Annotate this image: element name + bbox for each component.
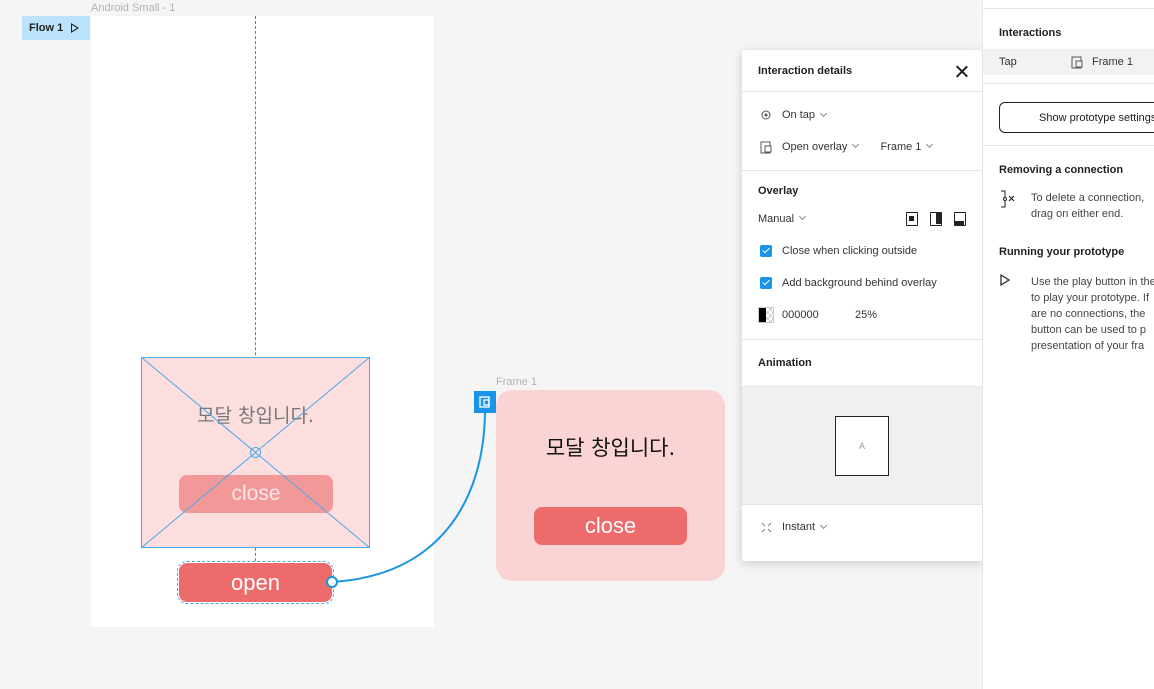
destination-label: Frame 1	[880, 141, 922, 153]
add-background-checkbox[interactable]	[760, 277, 772, 289]
close-outside-label: Close when clicking outside	[782, 245, 918, 257]
chevron-down-icon	[799, 212, 807, 221]
transition-label: Instant	[782, 521, 816, 533]
open-overlay-icon	[1071, 56, 1083, 68]
animation-preview-frame: A	[835, 415, 889, 476]
running-text-2: to play your prototype. If	[1031, 292, 1150, 304]
play-icon[interactable]	[71, 23, 80, 33]
background-opacity-input[interactable]: 25%	[855, 309, 877, 321]
animation-section-title: Animation	[758, 357, 812, 369]
interaction-target: Frame 1	[1092, 56, 1133, 68]
instant-transition-icon	[758, 522, 774, 533]
add-background-label: Add background behind overlay	[782, 277, 937, 289]
tap-trigger-icon	[758, 110, 774, 120]
play-icon	[999, 273, 1031, 354]
open-button[interactable]: open	[177, 561, 334, 604]
chevron-down-icon	[852, 140, 860, 149]
position-center-icon[interactable]	[906, 212, 918, 226]
running-text-1: Use the play button in the	[1031, 276, 1154, 288]
frame1-title: 모달 창입니다.	[545, 436, 676, 460]
interaction-details-title: Interaction details	[758, 64, 853, 77]
running-text-4: button can be used to p	[1031, 324, 1146, 336]
removing-connection-title: Removing a connection	[999, 164, 1124, 176]
chevron-down-icon	[926, 140, 934, 149]
phone-frame-label[interactable]: Android Small - 1	[91, 2, 175, 14]
prototype-right-panel: Interactions Tap Frame 1 Show prototype …	[982, 0, 1154, 689]
overlay-position-cross	[141, 357, 370, 548]
close-outside-checkbox[interactable]	[760, 245, 772, 257]
open-overlay-icon	[758, 141, 774, 154]
overlay-connection-icon[interactable]	[474, 391, 496, 413]
frame1-label[interactable]: Frame 1	[496, 376, 537, 388]
running-text-3: are no connections, the	[1031, 308, 1146, 320]
remove-connection-icon	[999, 190, 1031, 222]
interaction-details-panel: Interaction details On tap Open overlay …	[742, 50, 982, 561]
position-dropdown[interactable]: Manual	[758, 212, 807, 225]
running-text-5: presentation of your fra	[1031, 340, 1145, 352]
position-right-icon[interactable]	[930, 212, 942, 226]
animation-preview: A	[742, 386, 982, 505]
chevron-down-icon	[819, 521, 828, 530]
frame1-close-button[interactable]: close	[534, 507, 687, 545]
removing-text-2: drag on either end.	[1031, 208, 1124, 220]
interaction-row[interactable]: Tap Frame 1	[983, 49, 1154, 75]
action-dropdown[interactable]: Open overlay	[782, 140, 860, 153]
chevron-down-icon	[819, 109, 828, 118]
transition-dropdown[interactable]: Instant	[742, 505, 982, 549]
running-prototype-title: Running your prototype	[999, 246, 1125, 258]
destination-dropdown[interactable]: Frame 1	[880, 140, 934, 153]
background-color-input[interactable]: 000000	[782, 309, 855, 321]
removing-text-1: To delete a connection,	[1031, 192, 1145, 204]
close-icon[interactable]	[956, 65, 968, 77]
show-prototype-settings-button[interactable]: Show prototype settings	[999, 102, 1154, 133]
position-label: Manual	[758, 213, 795, 225]
frame1-modal[interactable]: 모달 창입니다. close	[496, 390, 725, 581]
flow-label: Flow 1	[29, 22, 64, 34]
action-label: Open overlay	[782, 141, 848, 153]
position-bottom-icon[interactable]	[954, 212, 966, 226]
trigger-dropdown[interactable]: On tap	[742, 99, 982, 131]
flow-start-tag[interactable]: Flow 1	[22, 16, 90, 40]
background-color-swatch[interactable]	[758, 307, 774, 323]
trigger-label: On tap	[782, 109, 816, 121]
interaction-trigger: Tap	[999, 56, 1017, 68]
